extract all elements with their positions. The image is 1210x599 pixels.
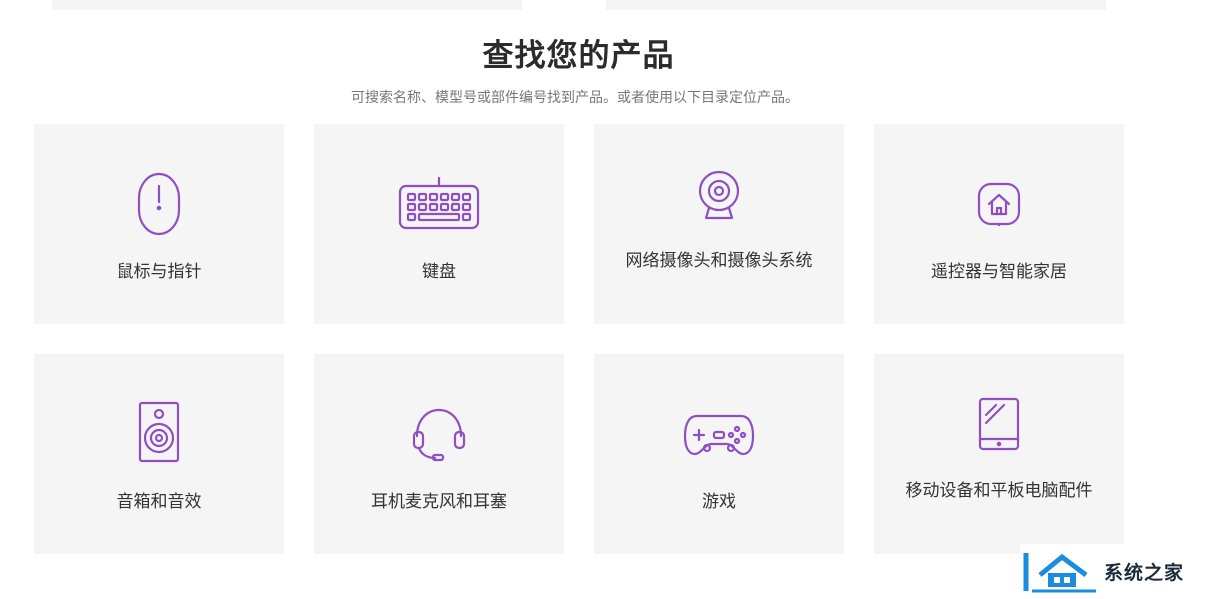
headset-icon bbox=[314, 394, 564, 474]
section-title: 查找您的产品 bbox=[482, 38, 675, 74]
house-logo-icon bbox=[1022, 549, 1100, 595]
tablet-icon bbox=[874, 384, 1124, 464]
category-tile-speaker[interactable]: 音箱和音效 bbox=[34, 354, 284, 554]
speaker-icon bbox=[34, 392, 284, 472]
category-tile-smart-home[interactable]: 遥控器与智能家居 bbox=[874, 124, 1124, 324]
page: 查找您的产品 可搜索名称、模型号或部件编号找到产品。或者使用以下目录定位产品。 … bbox=[0, 0, 1210, 599]
site-watermark: 系统之家 bbox=[1020, 544, 1210, 599]
watermark-text: 系统之家 bbox=[1104, 562, 1185, 584]
category-label: 网络摄像头和摄像头系统 bbox=[625, 251, 813, 271]
category-label: 音箱和音效 bbox=[116, 492, 202, 512]
keyboard-icon bbox=[314, 164, 564, 244]
category-tile-webcam[interactable]: 网络摄像头和摄像头系统 bbox=[594, 124, 844, 324]
previous-section-card-right bbox=[606, 0, 1106, 10]
category-label: 键盘 bbox=[422, 262, 456, 282]
category-tile-mobile-tablet[interactable]: 移动设备和平板电脑配件 bbox=[874, 354, 1124, 554]
mouse-icon bbox=[34, 164, 284, 244]
previous-section-card-left bbox=[52, 0, 522, 10]
category-label: 移动设备和平板电脑配件 bbox=[905, 481, 1093, 501]
smart-home-icon bbox=[874, 164, 1124, 244]
category-grid: 鼠标与指针 键盘 网络摄像头和摄像头系统 遥控器与智能家居 音箱和音效 耳机麦克… bbox=[34, 124, 1124, 554]
section-subtitle: 可搜索名称、模型号或部件编号找到产品。或者使用以下目录定位产品。 bbox=[351, 90, 799, 106]
category-label: 耳机麦克风和耳塞 bbox=[371, 492, 507, 512]
category-tile-mouse[interactable]: 鼠标与指针 bbox=[34, 124, 284, 324]
webcam-icon bbox=[594, 156, 844, 236]
category-label: 鼠标与指针 bbox=[116, 262, 202, 282]
category-tile-gaming[interactable]: 游戏 bbox=[594, 354, 844, 554]
category-label: 游戏 bbox=[702, 492, 736, 512]
category-label: 遥控器与智能家居 bbox=[931, 262, 1067, 282]
gamepad-icon bbox=[594, 394, 844, 474]
category-tile-headset[interactable]: 耳机麦克风和耳塞 bbox=[314, 354, 564, 554]
category-tile-keyboard[interactable]: 键盘 bbox=[314, 124, 564, 324]
